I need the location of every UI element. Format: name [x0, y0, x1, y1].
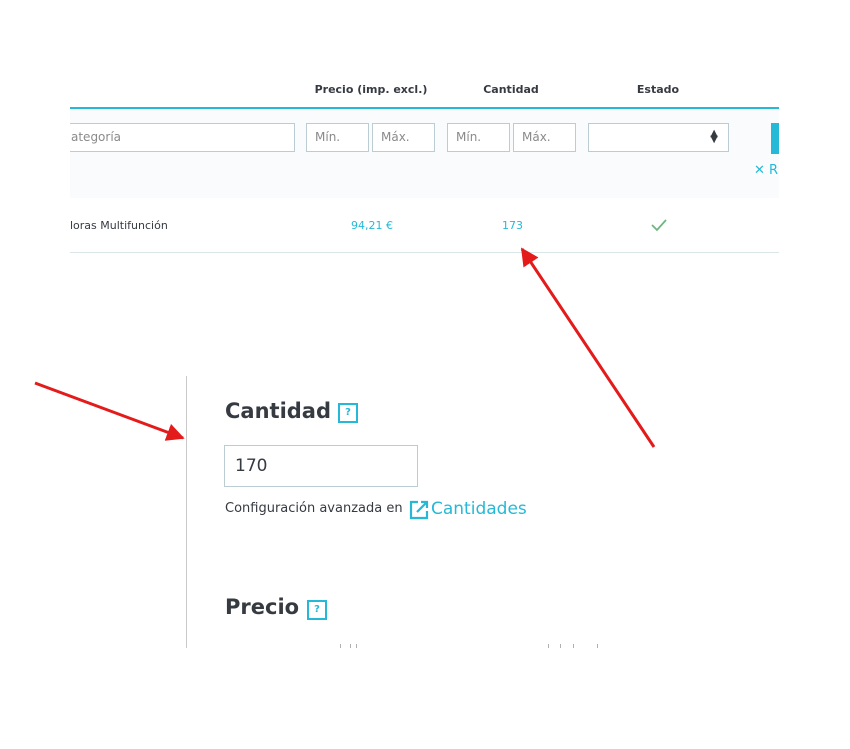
- arrow-to-form-quantity: [34, 381, 185, 441]
- arrow-to-table-quantity: [520, 247, 656, 448]
- annotation-arrows: [34, 247, 656, 448]
